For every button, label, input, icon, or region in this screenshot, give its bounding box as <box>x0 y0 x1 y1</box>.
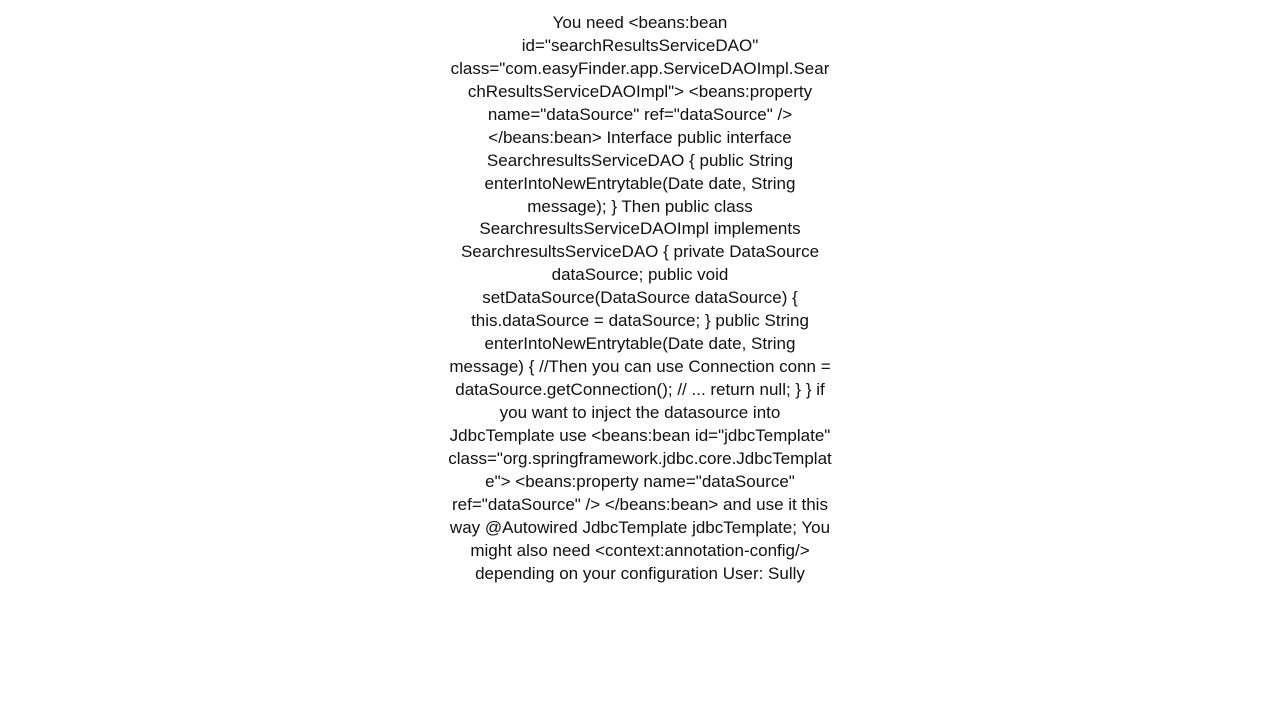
answer-body-text: You need <beans:bean id="searchResultsSe… <box>447 12 833 585</box>
page-root: You need <beans:bean id="searchResultsSe… <box>0 0 1280 720</box>
